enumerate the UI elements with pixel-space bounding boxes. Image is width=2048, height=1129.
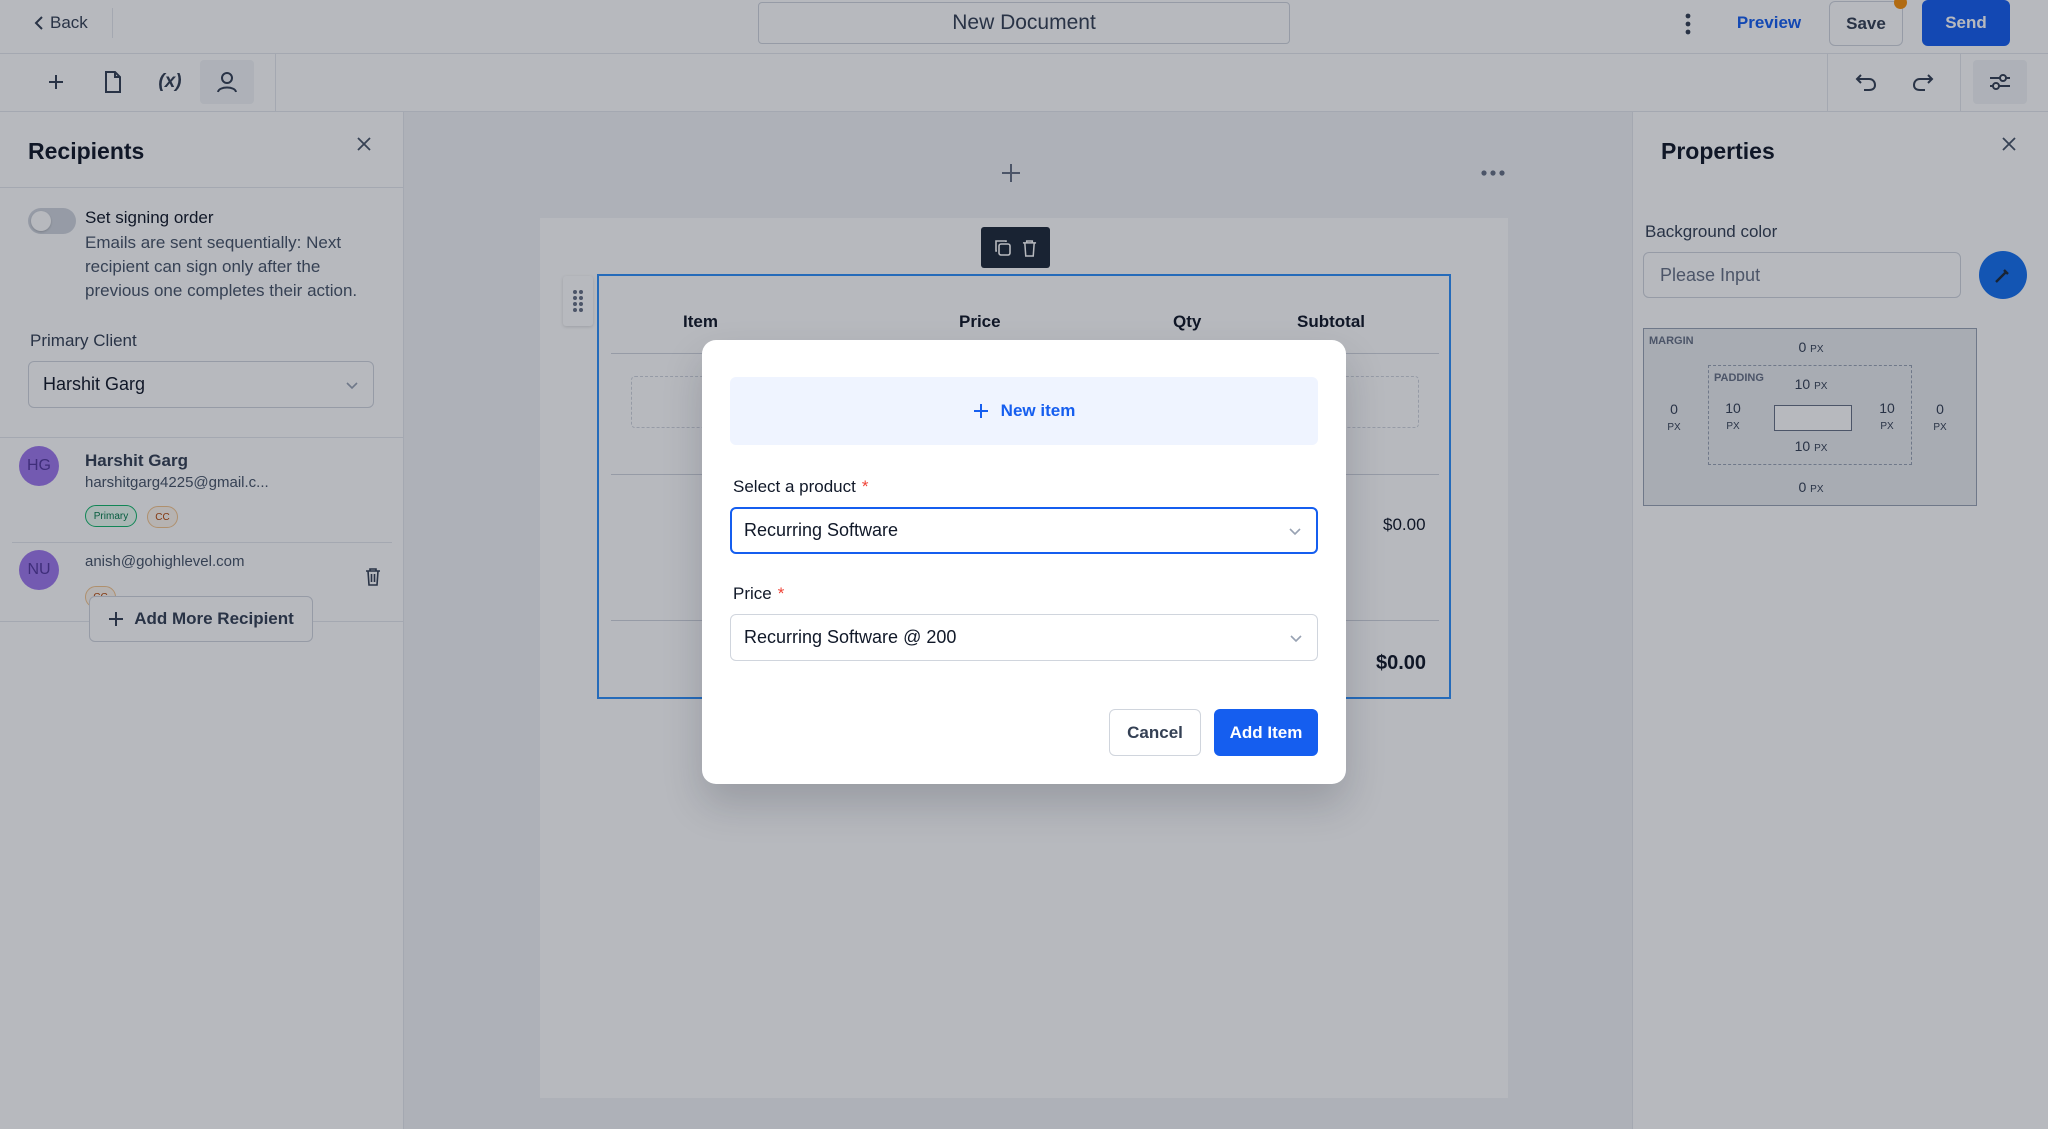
new-item-label: New item: [1000, 401, 1076, 420]
price-select[interactable]: Recurring Software @ 200: [730, 614, 1318, 661]
required-marker: *: [861, 477, 869, 496]
add-item-button[interactable]: Add Item: [1214, 709, 1318, 756]
required-marker: *: [777, 584, 785, 603]
product-label: Select a product *: [733, 477, 869, 496]
product-select[interactable]: Recurring Software: [730, 507, 1318, 554]
add-item-modal: New item Select a product * Recurring Sof…: [702, 340, 1346, 784]
new-item-button[interactable]: New item: [730, 377, 1318, 445]
product-value: Recurring Software: [744, 520, 899, 540]
price-label: Price *: [733, 584, 785, 603]
chevron-down-icon: [1289, 527, 1301, 535]
chevron-down-icon: [1290, 634, 1302, 642]
price-value: Recurring Software @ 200: [744, 627, 957, 647]
plus-icon: [973, 404, 988, 418]
cancel-button[interactable]: Cancel: [1109, 709, 1201, 756]
